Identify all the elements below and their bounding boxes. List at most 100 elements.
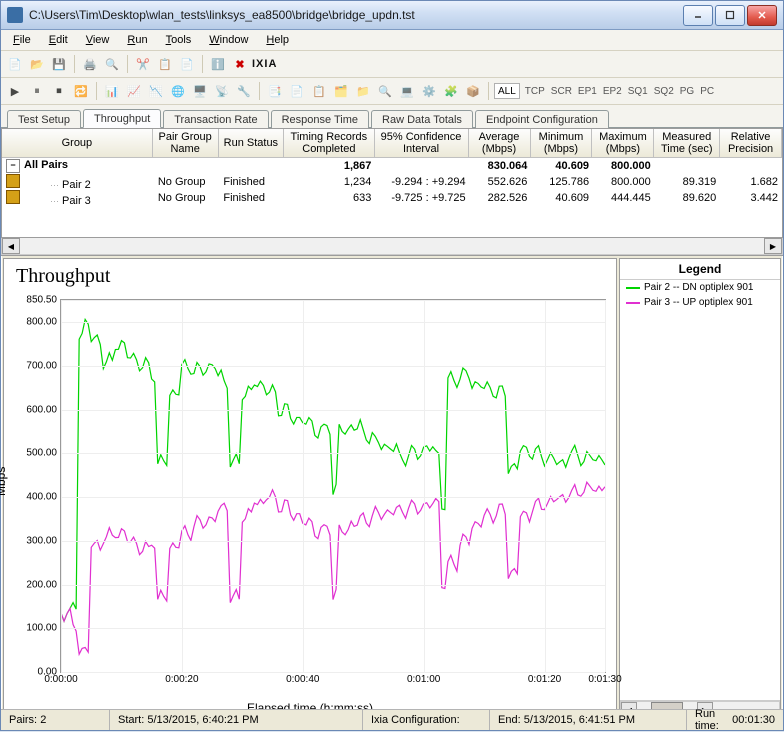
toolbar-standard: 📄 📂 💾 🖨️ 🔍 ✂️ 📋 📄 ℹ️ ✖ IXIA [1, 51, 783, 78]
results-table: GroupPair Group NameRun StatusTiming Rec… [1, 128, 783, 238]
app-icon [7, 7, 23, 23]
menu-tools[interactable]: Tools [158, 32, 200, 48]
title-bar[interactable]: C:\Users\Tim\Desktop\wlan_tests\linksys_… [1, 1, 783, 30]
menu-view[interactable]: View [78, 32, 118, 48]
scroll-right-icon[interactable]: ▶ [764, 238, 782, 254]
action-icon[interactable]: 🌐 [168, 81, 188, 101]
col-header[interactable]: Timing Records Completed [284, 129, 374, 157]
legend-item[interactable]: Pair 2 -- DN optiplex 901 [620, 280, 780, 295]
menu-help[interactable]: Help [258, 32, 297, 48]
preview-icon[interactable]: 🔍 [102, 54, 122, 74]
action-icon[interactable]: 📦 [463, 81, 483, 101]
legend-item[interactable]: Pair 3 -- UP optiplex 901 [620, 295, 780, 310]
action-icon[interactable]: 📉 [146, 81, 166, 101]
filter-sq1[interactable]: SQ1 [628, 86, 648, 97]
col-header[interactable]: Maximum (Mbps) [592, 129, 654, 157]
open-icon[interactable]: 📂 [27, 54, 47, 74]
action-icon[interactable]: ▶ [5, 81, 25, 101]
filter-ep1[interactable]: EP1 [578, 86, 597, 97]
copy-icon[interactable]: 📋 [155, 54, 175, 74]
menu-window[interactable]: Window [201, 32, 256, 48]
action-icon[interactable]: ⏸ [27, 81, 47, 101]
menu-edit[interactable]: Edit [41, 32, 76, 48]
action-icon[interactable]: 📄 [287, 81, 307, 101]
maximize-button[interactable] [715, 5, 745, 26]
y-tick: 600.00 [26, 404, 57, 415]
filter-sq2[interactable]: SQ2 [654, 86, 674, 97]
col-header[interactable]: Relative Precision [720, 129, 782, 157]
window-title: C:\Users\Tim\Desktop\wlan_tests\linksys_… [29, 8, 683, 22]
y-axis-label: Mbps [0, 467, 8, 496]
y-tick: 500.00 [26, 448, 57, 459]
minimize-button[interactable] [683, 5, 713, 26]
app-window: C:\Users\Tim\Desktop\wlan_tests\linksys_… [0, 0, 784, 731]
legend-pane: Legend Pair 2 -- DN optiplex 901Pair 3 -… [619, 258, 781, 720]
filter-all[interactable]: ALL [494, 83, 520, 99]
table-row[interactable]: ⋯ Pair 2No GroupFinished1,234-9.294 : +9… [2, 174, 782, 190]
action-icon[interactable]: 📡 [212, 81, 232, 101]
content-area: Throughput Mbps Elapsed time (h:mm:ss) 0… [1, 255, 783, 722]
tab-transaction-rate[interactable]: Transaction Rate [163, 110, 268, 128]
tab-response-time[interactable]: Response Time [271, 110, 369, 128]
help-icon[interactable]: ℹ️ [208, 54, 228, 74]
action-icon[interactable]: 📋 [309, 81, 329, 101]
table-body: −All Pairs1,867830.06440.609800.000⋯ Pai… [2, 158, 782, 237]
toolbar-actions: ▶ ⏸ ⏹ 🔁 📊 📈 📉 🌐 🖥️ 📡 🔧 📑 📄 📋 🗂️ 📁 🔍 💻 ⚙️… [1, 78, 783, 105]
tab-raw-data-totals[interactable]: Raw Data Totals [371, 110, 473, 128]
scroll-left-icon[interactable]: ◀ [2, 238, 20, 254]
action-icon[interactable]: 💻 [397, 81, 417, 101]
action-icon[interactable]: 🗂️ [331, 81, 351, 101]
col-header[interactable]: 95% Confidence Interval [375, 129, 469, 157]
tab-test-setup[interactable]: Test Setup [7, 110, 81, 128]
pair-icon [6, 190, 20, 204]
col-header[interactable]: Measured Time (sec) [654, 129, 720, 157]
y-tick: 850.50 [26, 295, 57, 306]
action-icon[interactable]: 📑 [265, 81, 285, 101]
tab-endpoint-configuration[interactable]: Endpoint Configuration [475, 110, 609, 128]
action-icon[interactable]: 📈 [124, 81, 144, 101]
y-tick: 100.00 [26, 623, 57, 634]
menu-run[interactable]: Run [119, 32, 155, 48]
table-hscroll[interactable]: ◀ ▶ [1, 238, 783, 255]
tab-throughput[interactable]: Throughput [83, 109, 161, 128]
print-icon[interactable]: 🖨️ [80, 54, 100, 74]
action-icon[interactable]: 🔍 [375, 81, 395, 101]
new-icon[interactable]: 📄 [5, 54, 25, 74]
pair-icon [6, 174, 20, 188]
col-header[interactable]: Average (Mbps) [469, 129, 531, 157]
ixia-brand-text: IXIA [252, 58, 277, 70]
action-icon[interactable]: ⏹ [49, 81, 69, 101]
col-header[interactable]: Run Status [219, 129, 285, 157]
action-icon[interactable]: 🖥️ [190, 81, 210, 101]
action-icon[interactable]: 📁 [353, 81, 373, 101]
filter-pg[interactable]: PG [680, 86, 694, 97]
table-row[interactable]: ⋯ Pair 3No GroupFinished633-9.725 : +9.7… [2, 190, 782, 206]
table-header: GroupPair Group NameRun StatusTiming Rec… [2, 129, 782, 158]
paste-icon[interactable]: 📄 [177, 54, 197, 74]
ixia-logo-icon: ✖ [230, 54, 250, 74]
menu-file[interactable]: File [5, 32, 39, 48]
filter-tcp[interactable]: TCP [525, 86, 545, 97]
chart-pane: Throughput Mbps Elapsed time (h:mm:ss) 0… [3, 258, 617, 720]
menu-bar: FileEditViewRunToolsWindowHelp [1, 30, 783, 51]
save-icon[interactable]: 💾 [49, 54, 69, 74]
action-icon[interactable]: ⚙️ [419, 81, 439, 101]
status-bar: Pairs: 2 Start: 5/13/2015, 6:40:21 PM Ix… [1, 709, 783, 730]
close-button[interactable] [747, 5, 777, 26]
filter-ep2[interactable]: EP2 [603, 86, 622, 97]
action-icon[interactable]: 📊 [102, 81, 122, 101]
chart-plot-area[interactable]: 0.00100.00200.00300.00400.00500.00600.00… [60, 299, 606, 673]
action-icon[interactable]: 🔁 [71, 81, 91, 101]
x-tick: 0:01:00 [407, 674, 440, 685]
action-icon[interactable]: 🔧 [234, 81, 254, 101]
status-pairs: 2 [40, 714, 46, 726]
col-header[interactable]: Minimum (Mbps) [531, 129, 593, 157]
table-row[interactable]: −All Pairs1,867830.06440.609800.000 [2, 158, 782, 174]
filter-scr[interactable]: SCR [551, 86, 572, 97]
col-header[interactable]: Pair Group Name [153, 129, 219, 157]
action-icon[interactable]: 🧩 [441, 81, 461, 101]
collapse-icon[interactable]: − [6, 159, 20, 173]
filter-pc[interactable]: PC [700, 86, 714, 97]
cut-icon[interactable]: ✂️ [133, 54, 153, 74]
col-header[interactable]: Group [2, 129, 153, 157]
